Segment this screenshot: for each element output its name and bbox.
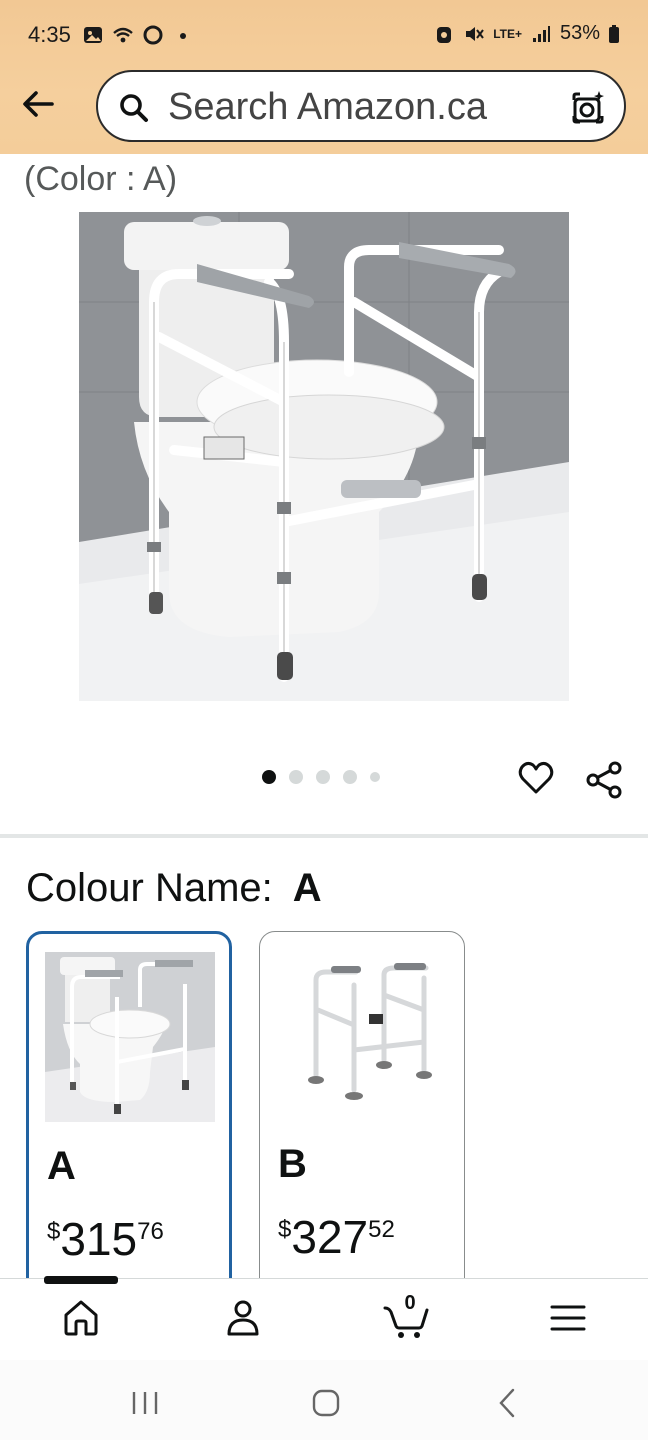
image-carousel-dots[interactable] — [262, 770, 380, 784]
carousel-dot[interactable] — [343, 770, 357, 784]
price-currency: $ — [278, 1216, 292, 1243]
search-bar[interactable]: Search Amazon.ca — [96, 70, 626, 142]
option-name: A — [47, 1144, 76, 1188]
share-icon[interactable] — [584, 760, 624, 800]
colour-option-a[interactable]: A $31576 — [26, 931, 232, 1311]
status-icons-right: LTE+ 53% — [433, 22, 620, 45]
app-header: 4:35 LTE+ 53% Search Amazon.ca — [0, 0, 648, 154]
carousel-dot[interactable] — [262, 770, 276, 784]
status-bar: 4:35 LTE+ 53% — [0, 0, 648, 72]
carousel-dot[interactable] — [370, 772, 380, 782]
section-divider — [0, 834, 648, 838]
price-currency: $ — [47, 1218, 61, 1245]
carousel-dot[interactable] — [316, 770, 330, 784]
network-type: LTE+ — [493, 26, 522, 41]
cart-count-badge: 0 — [404, 1292, 416, 1314]
color-caption: (Color : A) — [24, 160, 178, 198]
option-thumbnail — [276, 950, 446, 1120]
home-system-icon[interactable] — [309, 1386, 343, 1420]
notification-dot-icon — [180, 33, 186, 39]
price-fraction: 52 — [368, 1216, 395, 1243]
option-name: B — [278, 1142, 307, 1186]
status-time: 4:35 — [28, 22, 71, 47]
option-thumbnail — [45, 952, 215, 1122]
account-icon[interactable] — [221, 1296, 265, 1340]
option-price: $31576 — [47, 1212, 164, 1266]
colour-option-b[interactable]: B $32752 — [259, 931, 465, 1311]
recent-apps-icon[interactable] — [128, 1386, 162, 1420]
home-icon[interactable] — [59, 1296, 103, 1340]
price-whole: 315 — [60, 1213, 138, 1265]
carousel-dot[interactable] — [289, 770, 303, 784]
back-system-icon[interactable] — [491, 1386, 525, 1420]
wifi-icon — [113, 27, 133, 43]
active-tab-indicator — [44, 1276, 118, 1284]
menu-icon[interactable] — [546, 1296, 590, 1340]
battery-icon — [609, 24, 619, 43]
mute-icon — [466, 26, 484, 41]
colour-label-text: Colour Name: — [26, 866, 273, 910]
alarm-icon — [437, 26, 452, 43]
search-input[interactable]: Search Amazon.ca — [168, 86, 487, 129]
camera-lens-icon[interactable] — [568, 88, 608, 128]
colour-name-label: Colour Name: A — [26, 866, 322, 911]
sync-icon — [143, 25, 163, 45]
status-icons-left — [82, 24, 194, 46]
gallery-icon — [84, 27, 102, 43]
colour-selected-value: A — [292, 866, 322, 910]
battery-percent: 53% — [559, 22, 600, 44]
price-whole: 327 — [291, 1211, 369, 1263]
signal-icon — [532, 25, 550, 42]
price-fraction: 76 — [137, 1218, 164, 1245]
option-price: $32752 — [278, 1210, 395, 1264]
toilet-safety-frame-image — [79, 212, 569, 701]
product-image[interactable] — [79, 212, 569, 701]
search-icon — [120, 94, 148, 122]
heart-icon[interactable] — [516, 758, 556, 798]
back-arrow-icon[interactable] — [18, 84, 58, 124]
